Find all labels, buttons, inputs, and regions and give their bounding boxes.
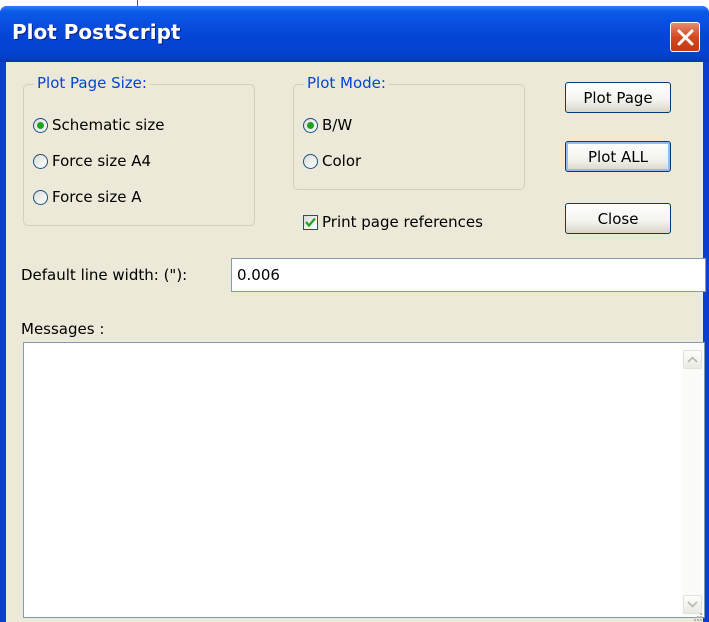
radio-label: Force size A4 [52,152,152,170]
radio-label: Color [322,152,362,170]
radio-schematic-size[interactable]: Schematic size [33,113,164,137]
radio-bw[interactable]: B/W [303,113,352,137]
chevron-up-icon [687,356,698,363]
window-title: Plot PostScript [12,20,181,44]
radio-button-checked[interactable] [33,117,48,133]
checkbox-label: Print page references [322,213,483,231]
plot-all-button[interactable]: Plot ALL [565,141,671,172]
radio-label: B/W [322,116,353,134]
plot-postscript-dialog: Plot PostScript Plot Page Size: Schemati… [0,6,709,622]
plot-page-button[interactable]: Plot Page [565,82,671,113]
close-window-button[interactable] [670,22,700,52]
radio-label: Schematic size [52,116,165,134]
close-icon [677,29,694,46]
radio-button[interactable] [303,153,318,169]
messages-label: Messages : [21,320,105,338]
checkmark-icon [305,217,316,227]
title-bar[interactable]: Plot PostScript [0,6,709,62]
resize-grip-icon[interactable] [691,610,703,622]
plot-mode-label: Plot Mode: [304,74,389,92]
radio-force-size-a4[interactable]: Force size A4 [33,149,151,173]
messages-scrollbar[interactable] [682,344,703,616]
checkbox-checked[interactable] [303,214,318,230]
line-width-label: Default line width: ("): [21,266,188,284]
plot-page-size-label: Plot Page Size: [34,74,150,92]
messages-textarea[interactable] [23,342,705,618]
close-button[interactable]: Close [565,203,671,234]
dialog-body: Plot Page Size: Schematic size Force siz… [6,62,706,622]
radio-label: Force size A [52,188,142,206]
radio-button-checked[interactable] [303,117,318,133]
print-page-references-checkbox[interactable]: Print page references [303,211,483,233]
chevron-down-icon [687,601,698,608]
radio-button[interactable] [33,189,48,205]
radio-force-size-a[interactable]: Force size A [33,185,141,209]
line-width-input[interactable]: 0.006 [231,258,706,292]
plot-mode-group: Plot Mode: [293,74,525,190]
radio-color[interactable]: Color [303,149,361,173]
scroll-up-button[interactable] [683,350,702,369]
radio-button[interactable] [33,153,48,169]
